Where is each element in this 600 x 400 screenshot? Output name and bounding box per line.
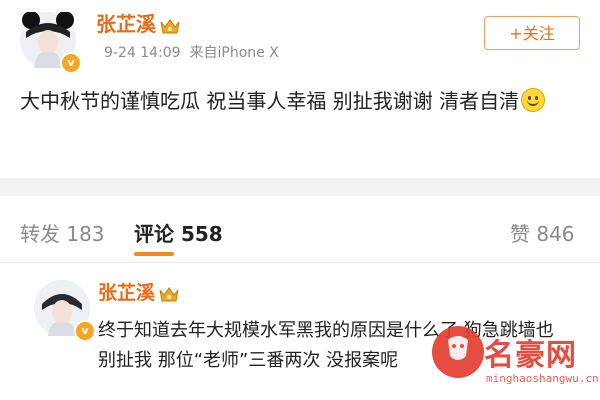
weibo-post: v 张芷溪 9-24 14:09 来自iPhone X +关注 大中秋节的谨慎吃… [0,0,600,178]
crown-icon [160,18,180,33]
post-text-body: 大中秋节的谨慎吃瓜 祝当事人幸福 别扯我谢谢 清者自清 [20,89,520,113]
post-meta: 9-24 14:09 来自iPhone X [104,42,279,62]
watermark-logo-icon [432,326,484,378]
smile-emoji-icon [521,88,546,112]
tab-comments[interactable]: 评论 558 [134,218,223,247]
comment-username-text: 张芷溪 [98,282,156,304]
follow-button[interactable]: +关注 [484,16,580,50]
site-watermark: 名豪网 minghaoshangwu.cn [432,320,599,398]
comment-verified-badge-icon: v [74,320,96,342]
post-username-text: 张芷溪 [96,12,156,36]
tab-likes[interactable]: 赞 846 [510,218,575,247]
post-text: 大中秋节的谨慎吃瓜 祝当事人幸福 别扯我谢谢 清者自清 [20,84,580,118]
comment-avatar[interactable]: v [34,280,96,342]
post-timestamp: 9-24 14:09 [104,45,181,61]
active-tab-indicator [134,252,174,256]
avatar[interactable]: v [20,12,82,74]
verified-badge-icon: v [60,52,82,74]
watermark-subtext: minghaoshangwu.cn [486,372,599,385]
interaction-tabs: 转发 183 评论 558 赞 846 [0,196,600,262]
post-username[interactable]: 张芷溪 [96,8,180,37]
section-separator [0,178,600,196]
comment-crown-icon [159,286,179,301]
watermark-text: 名豪网 [484,338,577,373]
comment-username[interactable]: 张芷溪 [98,278,179,305]
tab-reposts[interactable]: 转发 183 [20,218,105,247]
tabs-divider [0,262,600,263]
post-source: 来自iPhone X [189,45,279,61]
